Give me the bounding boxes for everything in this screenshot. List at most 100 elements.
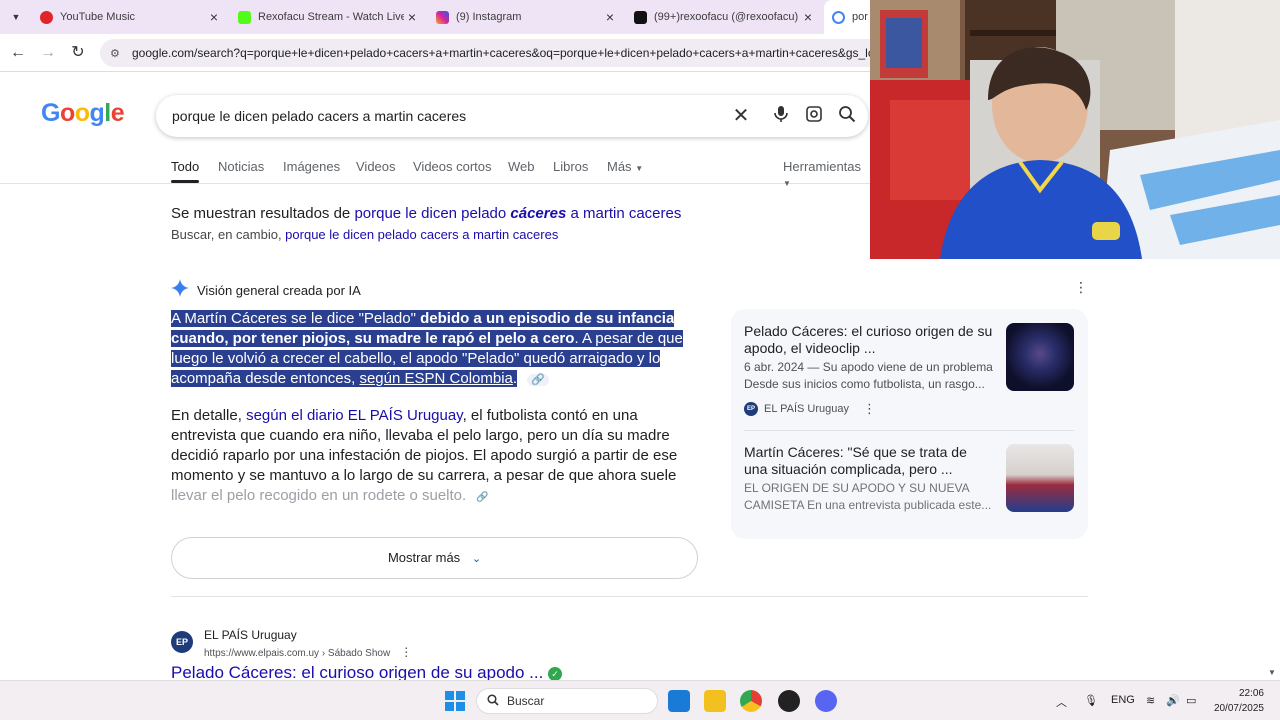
logo-letter: o — [74, 99, 90, 127]
active-filter-indicator — [171, 180, 199, 183]
site-info-icon[interactable]: ⚙ — [110, 47, 124, 60]
filter-herramientas-label: Herramientas — [783, 159, 862, 174]
faded-text: llevar el pelo recogido en un rodete o s… — [171, 487, 467, 504]
elpais-favicon: EP — [171, 631, 193, 653]
more-options-icon[interactable]: ⋮ — [1074, 279, 1088, 296]
forward-arrow-icon[interactable]: → — [37, 42, 59, 64]
espn-source-link[interactable]: según ESPN Colombia — [359, 370, 512, 387]
result-site-name[interactable]: EL PAÍS Uruguay — [204, 628, 297, 642]
microphone-icon[interactable]: 🎙 — [1084, 694, 1098, 707]
webcam-image — [870, 0, 1280, 259]
back-arrow-icon[interactable]: ← — [7, 42, 29, 64]
spelling-prefix: Se muestran resultados de — [171, 205, 355, 222]
address-bar[interactable]: ⚙ google.com/search?q=porque+le+dicen+pe… — [100, 39, 900, 67]
windows-start-icon[interactable] — [444, 690, 466, 712]
ai-overview-header: Visión general creada por IA — [171, 279, 361, 302]
corrected-part: a martin caceres — [566, 205, 682, 222]
google-logo[interactable]: Google — [41, 99, 125, 128]
obs-icon[interactable] — [778, 690, 800, 712]
filter-noticias[interactable]: Noticias — [218, 159, 264, 174]
card-snippet: 6 abr. 2024 — Su apodo viene de un probl… — [744, 359, 994, 393]
ai-source-cards: Pelado Cáceres: el curioso origen de su … — [731, 309, 1088, 539]
card-snippet: EL ORIGEN DE SU APODO Y SU NUEVA CAMISET… — [744, 481, 992, 512]
card-date: 6 abr. 2024 — [744, 360, 805, 374]
search-filters: Todo Noticias Imágenes Videos Videos cor… — [0, 150, 870, 188]
close-icon[interactable]: × — [404, 9, 420, 25]
filter-mas-label: Más — [607, 159, 632, 174]
close-icon[interactable]: × — [800, 9, 816, 25]
tab-search-button[interactable]: ▼ — [6, 8, 26, 26]
instagram-icon — [436, 10, 449, 24]
vscode-icon[interactable] — [668, 690, 690, 712]
card-thumbnail[interactable] — [1006, 323, 1074, 391]
search-box[interactable]: porque le dicen pelado cacers a martin c… — [156, 95, 868, 137]
microphone-icon[interactable] — [770, 105, 792, 127]
language-indicator[interactable]: ENG — [1111, 694, 1135, 706]
reload-icon[interactable]: ↻ — [67, 42, 89, 64]
discord-icon[interactable] — [815, 690, 837, 712]
card-title[interactable]: Martín Cáceres: "Sé que se trata de una … — [744, 444, 994, 478]
chevron-down-icon: ⌄ — [471, 553, 482, 565]
corrected-word: cáceres — [510, 205, 567, 222]
google-icon — [832, 10, 845, 24]
file-explorer-icon[interactable] — [704, 690, 726, 712]
filter-imagenes[interactable]: Imágenes — [283, 159, 340, 174]
kick-icon — [238, 10, 251, 24]
search-icon — [487, 693, 499, 709]
verified-check-icon: ✓ — [548, 666, 563, 681]
tab-title: Rexofacu Stream - Watch Live o — [258, 11, 404, 23]
close-icon[interactable]: × — [602, 9, 618, 25]
scroll-down-arrow[interactable]: ▼ — [1268, 668, 1276, 677]
more-options-icon[interactable]: ⋮ — [400, 645, 412, 659]
tab-kick[interactable]: Rexofacu Stream - Watch Live o × — [230, 0, 426, 34]
battery-icon[interactable]: ▭ — [1186, 694, 1196, 707]
chrome-icon[interactable] — [740, 690, 762, 712]
card-thumbnail[interactable] — [1006, 444, 1074, 512]
original-query-link[interactable]: porque le dicen pelado cacers a martin c… — [285, 227, 558, 242]
clock-date[interactable]: 20/07/2025 — [1207, 703, 1264, 714]
card-source: EP EL PAÍS Uruguay ⋮ — [744, 401, 876, 417]
corrected-part: porque le dicen pelado — [354, 205, 511, 222]
elpais-source-link[interactable]: según el diario EL PAÍS Uruguay — [246, 407, 463, 424]
lens-camera-icon[interactable] — [803, 105, 825, 127]
ai-overview-paragraph: A Martín Cáceres se le dice "Pelado" deb… — [171, 309, 686, 390]
tab-youtube-music[interactable]: YouTube Music × — [32, 0, 228, 34]
youtube-music-icon — [40, 10, 53, 24]
result-url-text: https://www.elpais.com.uy › Sábado Show — [204, 648, 391, 659]
taskbar-search[interactable]: Buscar — [476, 688, 658, 714]
link-icon[interactable]: 🔗 — [476, 492, 488, 503]
search-query[interactable]: porque le dicen pelado cacers a martin c… — [172, 108, 466, 124]
filter-videos[interactable]: Videos — [356, 159, 396, 174]
logo-letter: o — [59, 99, 75, 127]
search-instead: Buscar, en cambio, porque le dicen pelad… — [171, 227, 558, 242]
close-icon[interactable]: × — [206, 9, 222, 25]
tab-instagram[interactable]: (9) Instagram × — [428, 0, 624, 34]
filter-todo[interactable]: Todo — [171, 159, 199, 174]
elpais-logo-icon: EP — [744, 402, 758, 416]
instead-prefix: Buscar, en cambio, — [171, 227, 286, 242]
wifi-icon[interactable]: ≋ — [1146, 694, 1155, 707]
card-source-name: EL PAÍS Uruguay — [764, 403, 849, 415]
search-icon[interactable] — [836, 105, 858, 127]
link-icon[interactable]: 🔗 — [527, 374, 549, 386]
ai-overview-title: Visión general creada por IA — [197, 283, 361, 298]
filter-web[interactable]: Web — [508, 159, 535, 174]
show-more-button[interactable]: Mostrar más ⌄ — [171, 537, 698, 579]
chevron-up-icon[interactable]: ︿ — [1056, 694, 1067, 710]
clock-time[interactable]: 22:06 — [1230, 688, 1264, 699]
volume-icon[interactable]: 🔊 — [1166, 694, 1180, 707]
filter-libros[interactable]: Libros — [553, 159, 588, 174]
address-bar-url: google.com/search?q=porque+le+dicen+pela… — [132, 46, 885, 60]
filter-herramientas[interactable]: Herramientas ▼ — [783, 159, 870, 189]
para-text: En detalle, — [171, 407, 247, 424]
filter-videos-cortos[interactable]: Videos cortos — [413, 159, 492, 174]
chevron-down-icon: ▼ — [783, 179, 791, 188]
clear-icon[interactable]: ✕ — [730, 105, 752, 127]
tab-tiktok[interactable]: (99+)rexoofacu (@rexoofacu) | × — [626, 0, 822, 34]
corrected-query-link[interactable]: porque le dicen pelado cáceres a martin … — [354, 205, 681, 222]
filter-mas[interactable]: Más ▼ — [607, 159, 643, 174]
result-url[interactable]: https://www.elpais.com.uy › Sábado Show ⋮ — [204, 645, 412, 659]
card-title[interactable]: Pelado Cáceres: el curioso origen de su … — [744, 323, 994, 357]
tiktok-icon — [634, 10, 647, 24]
more-options-icon[interactable]: ⋮ — [863, 401, 876, 417]
